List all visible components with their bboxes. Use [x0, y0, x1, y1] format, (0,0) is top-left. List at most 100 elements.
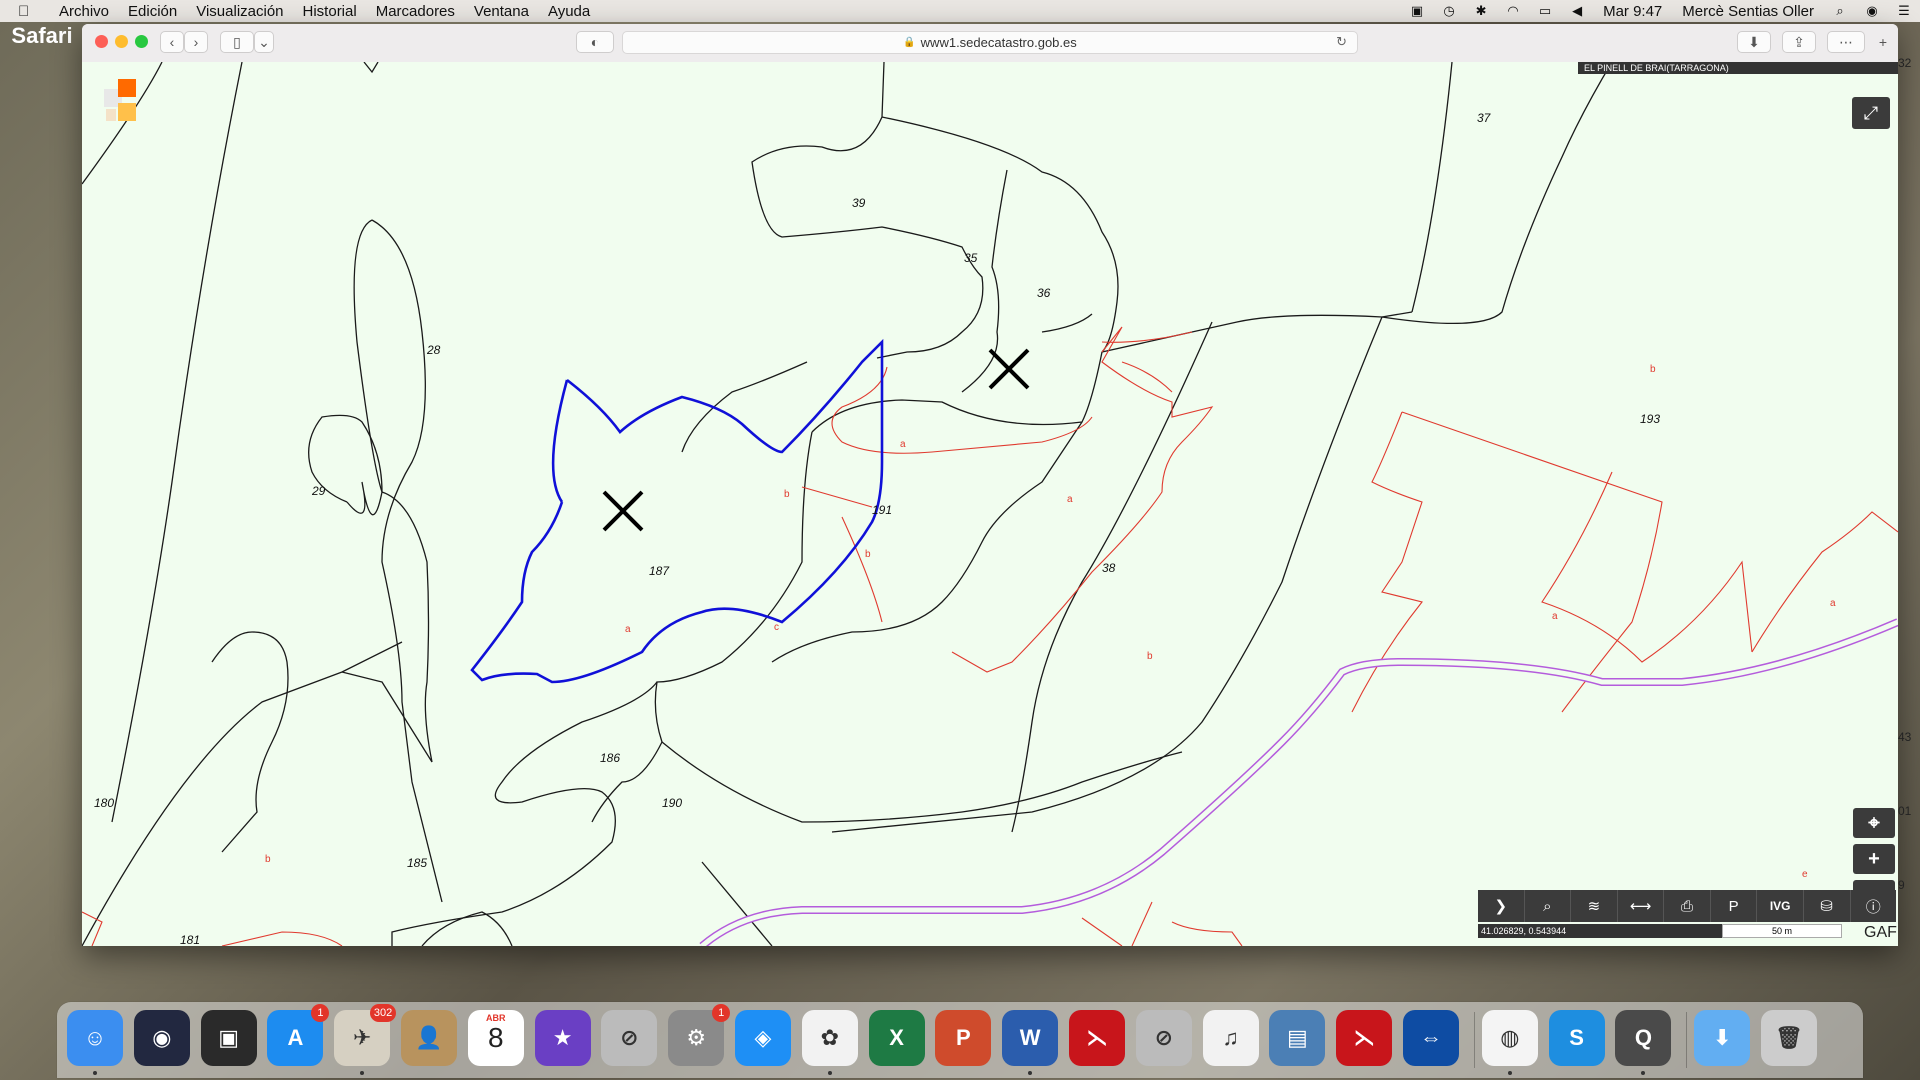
dock-app-finder[interactable]: ☺: [67, 1010, 123, 1075]
overlay-button[interactable]: ⛁: [1804, 890, 1851, 922]
cadastral-map[interactable]: 37 39 35 36 28 29 191 187 38 193 186 190…: [82, 62, 1898, 946]
cross-markers: [602, 348, 1030, 532]
layers-button[interactable]: ≋: [1571, 890, 1618, 922]
dock-app-siri[interactable]: ◉: [133, 1010, 190, 1066]
imovie-icon: ★: [552, 1025, 573, 1050]
menu-historial[interactable]: Historial: [303, 3, 357, 20]
measure-icon: ⟷: [1629, 898, 1652, 915]
downloads-button[interactable]: ⬇: [1737, 31, 1771, 53]
dock-app-app-blocked[interactable]: ⊘: [601, 1010, 658, 1066]
reload-icon[interactable]: ↻: [1336, 34, 1347, 50]
dock-app-contacts[interactable]: 👤: [401, 1010, 457, 1066]
preview-icon: ▤: [1286, 1025, 1308, 1050]
dock-app-trash[interactable]: 🗑: [1761, 1010, 1817, 1066]
overlay-icon: ⛁: [1820, 898, 1833, 915]
parcel-map-svg: 37 39 35 36 28 29 191 187 38 193 186 190…: [82, 62, 1898, 946]
subparcel-label: a: [1552, 611, 1558, 622]
dock-app-imovie[interactable]: ★: [534, 1010, 591, 1066]
dock-app-teamviewer[interactable]: ⇔: [1403, 1010, 1459, 1066]
forward-button[interactable]: ›: [184, 31, 208, 53]
dock-app-system-preferences[interactable]: ⚙ 1: [668, 1004, 731, 1066]
chrome-icon: ◍: [1500, 1025, 1520, 1050]
back-button[interactable]: ‹: [160, 31, 184, 53]
menu-ventana[interactable]: Ventana: [474, 3, 529, 20]
battery-icon[interactable]: ▭: [1537, 3, 1553, 18]
dock-app-acrobat-reader[interactable]: ⋋: [1336, 1010, 1393, 1066]
print-button[interactable]: ⎙: [1664, 890, 1711, 922]
dock-app-chrome[interactable]: ◍: [1481, 1010, 1538, 1075]
dock-app-preview[interactable]: ▤: [1269, 1010, 1326, 1066]
downloads-folder-icon: ⬇: [1712, 1025, 1732, 1050]
notification-badge: 1: [311, 1004, 330, 1022]
new-tab-button[interactable]: +: [1872, 31, 1894, 53]
notification-center-icon[interactable]: ☰: [1896, 3, 1912, 18]
dock-app-photo-booth[interactable]: ▣: [200, 1010, 257, 1066]
menu-visualizacion[interactable]: Visualización: [196, 3, 283, 20]
close-window-button[interactable]: [95, 35, 108, 48]
dock-app-calendar[interactable]: ABR 8: [467, 1010, 524, 1066]
volume-icon[interactable]: ◀: [1569, 3, 1585, 18]
search-icon: ⌕: [1543, 897, 1552, 915]
municipality-label: EL PINELL DE BRAI(TARRAGONA): [1578, 62, 1898, 74]
menu-marcadores[interactable]: Marcadores: [376, 3, 455, 20]
bluetooth-icon[interactable]: ✱: [1473, 3, 1489, 18]
app-blocked-2-icon: ⊘: [1154, 1025, 1174, 1050]
calendar-month: ABR: [486, 1013, 506, 1023]
notification-badge: 302: [369, 1004, 397, 1022]
ivg-button[interactable]: IVG: [1757, 890, 1804, 922]
contacts-icon: 👤: [415, 1025, 443, 1050]
dock-app-downloads-folder[interactable]: ⬇: [1694, 1010, 1751, 1066]
acrobat-reader-icon: ⋋: [1353, 1025, 1376, 1050]
info-button[interactable]: ⓘ: [1851, 890, 1897, 922]
expand-tools-button[interactable]: ❯: [1478, 890, 1525, 922]
quicktime-icon: Q: [1634, 1025, 1652, 1050]
time-machine-icon[interactable]: ◷: [1441, 3, 1457, 18]
menu-edicion[interactable]: Edición: [128, 3, 177, 20]
minimize-window-button[interactable]: [115, 35, 128, 48]
sidebar-menu-button[interactable]: ⌄: [254, 31, 274, 53]
dock-app-quicktime[interactable]: Q: [1615, 1010, 1672, 1075]
powerpoint-icon: P: [956, 1025, 971, 1050]
subparcel-label: a: [1067, 494, 1073, 505]
zoom-window-button[interactable]: [135, 35, 148, 48]
sidebar-button[interactable]: ▯: [220, 31, 254, 53]
acrobat-icon: ⋋: [1086, 1025, 1108, 1050]
wifi-icon[interactable]: ◠: [1505, 3, 1521, 18]
measure-button[interactable]: ⟷: [1618, 890, 1665, 922]
dock-app-acrobat[interactable]: ⋋: [1069, 1010, 1125, 1066]
dock-app-photos[interactable]: ✿: [801, 1010, 858, 1075]
screen-icon[interactable]: ▣: [1409, 3, 1425, 18]
fullscreen-button[interactable]: ⤢: [1852, 97, 1890, 129]
menu-app-name[interactable]: Safari: [11, 8, 72, 64]
calendar-icon: 8: [488, 1022, 504, 1053]
search-button[interactable]: ⌕: [1525, 890, 1572, 922]
locate-button[interactable]: ⌖: [1853, 808, 1895, 838]
dock-app-excel[interactable]: X: [868, 1010, 925, 1066]
dock-app-word[interactable]: W: [1002, 1010, 1059, 1075]
chevron-down-icon: ⌄: [258, 33, 270, 50]
dock-app-powerpoint[interactable]: P: [935, 1010, 992, 1066]
siri-icon[interactable]: ◉: [1864, 3, 1880, 18]
teamviewer-icon: ⇔: [1420, 1025, 1442, 1050]
dock-app-app-store[interactable]: A1: [267, 1004, 330, 1066]
user-name[interactable]: Mercè Sentias Oller: [1682, 3, 1814, 20]
tab-overview-button[interactable]: ⋯: [1827, 31, 1865, 53]
spotlight-icon[interactable]: ⌕: [1832, 3, 1848, 18]
dock-app-app-blocked-2[interactable]: ⊘: [1135, 1010, 1192, 1066]
subparcel-boundaries: [82, 326, 1898, 946]
dock-app-skype[interactable]: S: [1548, 1010, 1605, 1066]
menu-ayuda[interactable]: Ayuda: [548, 3, 590, 20]
sidebar-icon: ▯: [233, 33, 241, 50]
zoom-in-button[interactable]: +: [1853, 844, 1895, 874]
privacy-button[interactable]: ◐: [576, 31, 614, 53]
parcel-query-button[interactable]: P: [1711, 890, 1758, 922]
dock-app-itunes[interactable]: ♫: [1202, 1010, 1259, 1066]
share-button[interactable]: ⇪: [1782, 31, 1816, 53]
dock-app-safari[interactable]: ◈: [735, 1010, 791, 1066]
dock-app-mail[interactable]: ✈ 302: [334, 1004, 397, 1075]
shield-icon: ◐: [590, 34, 600, 50]
address-bar[interactable]: 🔒 www1.sedecatastro.gob.es ↻: [622, 31, 1358, 54]
chevron-right-icon: ›: [193, 34, 199, 50]
clock[interactable]: Mar 9:47: [1603, 3, 1662, 20]
parcel-label: 181: [180, 933, 200, 946]
